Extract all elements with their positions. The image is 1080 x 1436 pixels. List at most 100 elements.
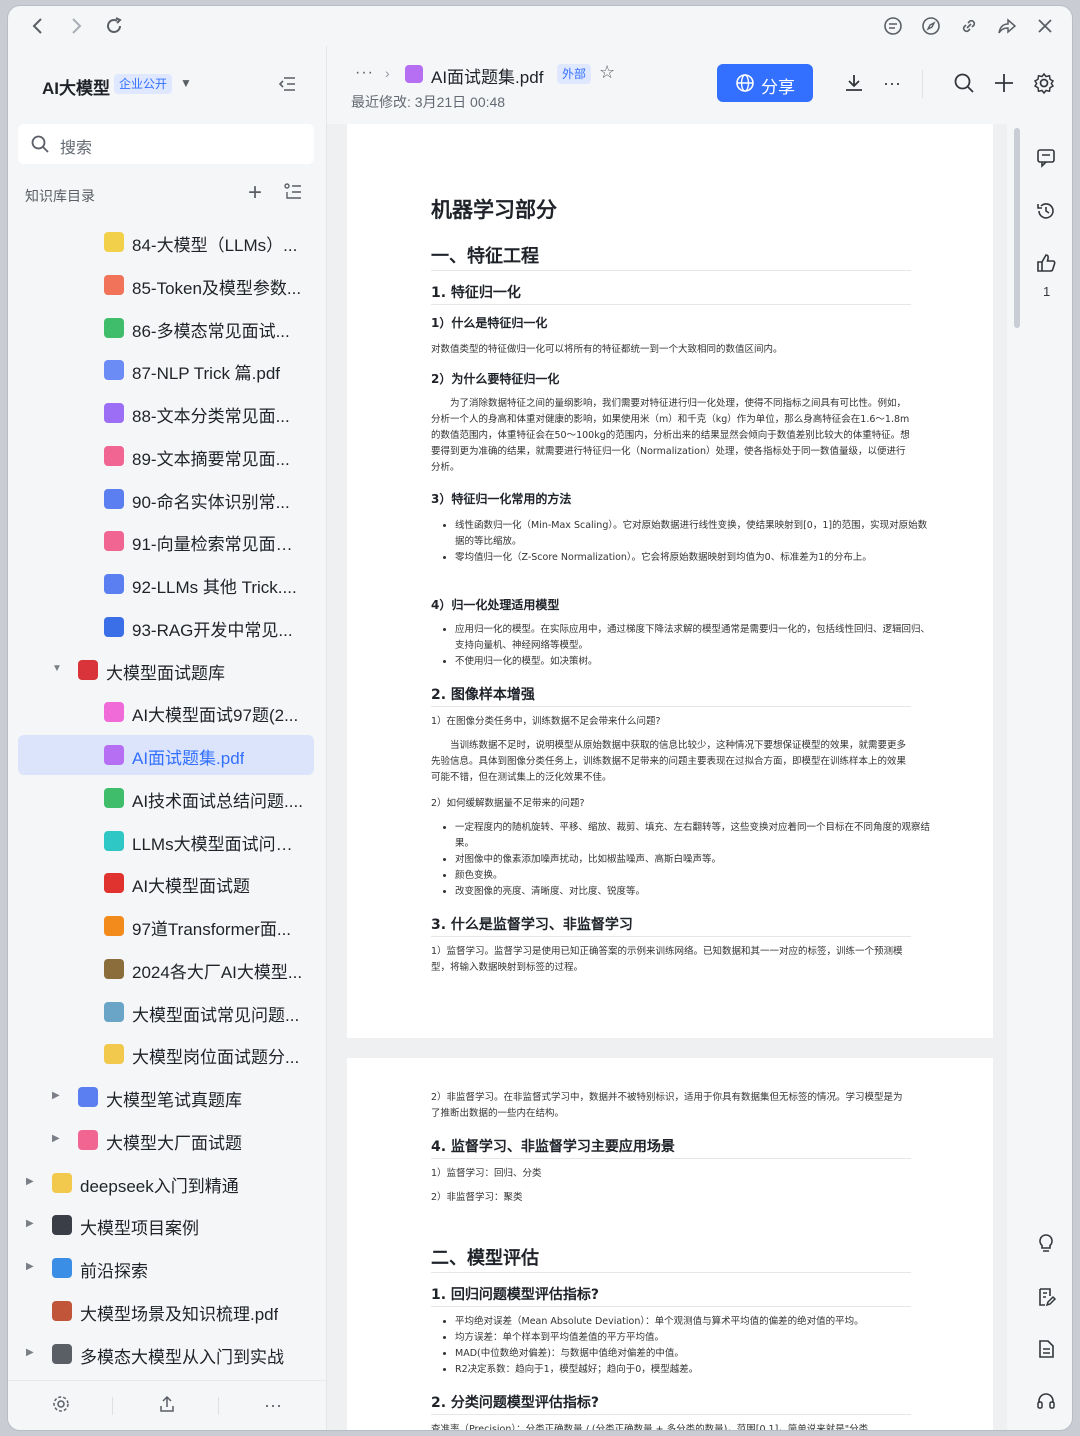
doc-icon xyxy=(104,830,124,851)
add-icon[interactable]: + xyxy=(248,180,262,206)
chevron-down-icon[interactable]: ▼ xyxy=(52,663,62,674)
sidebar-item[interactable]: AI大模型面试97题(2... xyxy=(18,692,314,732)
sidebar-item[interactable]: ▶ deepseek入门到精通 xyxy=(18,1163,314,1203)
sidebar-item[interactable]: ▶ 多模态大模型从入门到实战 xyxy=(18,1334,314,1374)
doc-icon xyxy=(104,445,124,466)
sidebar-item[interactable]: 大模型岗位面试题分... xyxy=(18,1034,314,1074)
right-rail: 1 xyxy=(1023,124,1072,1430)
sidebar-item-label: 大模型场景及知识梳理.pdf xyxy=(80,1304,279,1324)
doc-heading: 机器学习部分 xyxy=(431,198,557,222)
chevron-down-icon[interactable]: ▼ xyxy=(180,76,192,90)
history-icon[interactable] xyxy=(1035,200,1059,224)
star-icon[interactable]: ☆ xyxy=(599,62,615,83)
doc-icon xyxy=(78,1129,98,1150)
search-icon[interactable] xyxy=(953,72,977,96)
subsection-heading: 2. 分类问题模型评估指标? xyxy=(431,1395,600,1411)
sidebar-item[interactable]: 86-多模态常见面试... xyxy=(18,308,314,348)
sidebar-item-label: 前沿探索 xyxy=(80,1262,148,1281)
thumbs-up-icon[interactable] xyxy=(1035,252,1059,276)
close-icon[interactable] xyxy=(1033,14,1057,38)
breadcrumb-more[interactable]: ··· xyxy=(355,64,374,82)
chevron-right-icon[interactable]: ▶ xyxy=(26,1261,34,1272)
sidebar-item[interactable]: 93-RAG开发中常见... xyxy=(18,607,314,647)
sidebar-item[interactable]: ▶ 大模型大厂面试题 xyxy=(18,1120,314,1160)
settings-icon[interactable] xyxy=(1033,72,1057,96)
sidebar-item-label: AI面试题集.pdf xyxy=(132,749,245,768)
sidebar-item[interactable]: 大模型面试常见问题... xyxy=(18,992,314,1032)
paragraph: 对数值类型的特征做归一化可以将所有的特征都统一到一个大致相同的数值区间内。 xyxy=(431,344,783,355)
sidebar-item[interactable]: 88-文本分类常见面... xyxy=(18,393,314,433)
paragraph: 1）监督学习：回归、分类 xyxy=(431,1168,542,1179)
sidebar-item[interactable]: 2024各大厂AI大模型... xyxy=(18,949,314,989)
doc-title[interactable]: AI面试题集.pdf xyxy=(431,63,543,88)
divider xyxy=(431,1306,911,1307)
more-options-icon[interactable]: ··· xyxy=(883,73,907,97)
document-viewer[interactable]: 机器学习部分 一、特征工程 1. 特征归一化 1）什么是特征归一化 对数值类型的… xyxy=(327,124,1007,1430)
share-button[interactable]: 分享 xyxy=(717,64,813,102)
compass-icon[interactable] xyxy=(919,14,943,38)
comment-icon[interactable] xyxy=(1035,146,1059,170)
pdf-page-1: 机器学习部分 一、特征工程 1. 特征归一化 1）什么是特征归一化 对数值类型的… xyxy=(347,124,993,1038)
ladder-icon xyxy=(104,958,124,979)
chevron-right-icon[interactable]: ▶ xyxy=(26,1176,34,1187)
sidebar-item[interactable]: ▶ 大模型项目案例 xyxy=(18,1205,314,1245)
scrollbar[interactable] xyxy=(1014,128,1020,328)
divider xyxy=(112,1397,113,1415)
sidebar-item-label: LLMs大模型面试问题... xyxy=(132,834,306,854)
sidebar-item[interactable]: 90-命名实体识别常... xyxy=(18,479,314,519)
sidebar-item[interactable]: 85-Token及模型参数... xyxy=(18,265,314,305)
sidebar-item[interactable]: 91-向量检索常见面试... xyxy=(18,521,314,561)
sidebar-item[interactable]: 87-NLP Trick 篇.pdf xyxy=(18,350,314,390)
earth-icon xyxy=(52,1258,72,1278)
sidebar-item[interactable]: ▶ 前沿探索 xyxy=(18,1248,314,1288)
sidebar-item[interactable]: LLMs大模型面试问题... xyxy=(18,821,314,861)
sidebar-item-label: 2024各大厂AI大模型... xyxy=(132,962,303,982)
lightbulb-icon[interactable] xyxy=(1035,1232,1059,1256)
settings-icon[interactable] xyxy=(50,1395,72,1417)
comment-icon[interactable] xyxy=(881,14,905,38)
bullet-list: 应用归一化的模型。在实际应用中，通过梯度下降法求解的模型通常是需要归一化的，包括… xyxy=(431,622,935,670)
chevron-right-icon[interactable]: ▶ xyxy=(26,1218,34,1229)
sidebar-item[interactable]: AI技术面试总结问题.... xyxy=(18,778,314,818)
refresh-icon[interactable] xyxy=(102,14,126,38)
sidebar-item[interactable]: 大模型场景及知识梳理.pdf xyxy=(18,1291,314,1331)
chevron-right-icon[interactable]: ▶ xyxy=(52,1133,60,1144)
list-item: 应用归一化的模型。在实际应用中，通过梯度下降法求解的模型通常是需要归一化的，包括… xyxy=(455,622,935,654)
sidebar-item-label: deepseek入门到精通 xyxy=(80,1176,239,1196)
add-icon[interactable] xyxy=(993,72,1017,96)
sidebar-item[interactable]: AI面试题集.pdf xyxy=(18,735,314,775)
divider xyxy=(431,270,911,271)
workspace-title[interactable]: AI大模型 xyxy=(42,74,110,99)
search-input[interactable]: 搜索 xyxy=(18,124,314,164)
sidebar-item[interactable]: ▼ 大模型面试题库 xyxy=(18,650,314,690)
pdf-icon xyxy=(104,745,124,765)
link-icon[interactable] xyxy=(957,14,981,38)
sidebar-item[interactable]: 84-大模型（LLMs）... xyxy=(18,222,314,262)
sidebar-item-label: 91-向量检索常见面试... xyxy=(132,535,306,555)
doc-icon xyxy=(104,531,124,552)
subsection-heading: 4. 监督学习、非监督学习主要应用场景 xyxy=(431,1139,675,1155)
subsection-heading: 2. 图像样本增强 xyxy=(431,687,535,703)
document-icon[interactable] xyxy=(1035,1338,1059,1362)
sidebar-item[interactable]: 97道Transformer面... xyxy=(18,906,314,946)
more-icon[interactable]: ··· xyxy=(262,1395,284,1417)
chevron-right-icon: › xyxy=(385,65,390,81)
sidebar-item[interactable]: ▶ 大模型笔试真题库 xyxy=(18,1077,314,1117)
chevron-right-icon[interactable]: ▶ xyxy=(26,1347,34,1358)
divider xyxy=(431,1158,911,1159)
download-icon[interactable] xyxy=(843,72,867,96)
snow-icon xyxy=(104,1001,124,1022)
collapse-sidebar-icon[interactable] xyxy=(276,73,300,97)
sidebar: AI大模型 企业公开 ▼ 搜索 知识库目录 + 84-大模型（LLMs）... 8… xyxy=(8,46,327,1430)
list-view-icon[interactable] xyxy=(284,182,302,205)
share-out-icon[interactable] xyxy=(156,1395,178,1417)
chevron-right-icon[interactable]: ▶ xyxy=(52,1090,60,1101)
back-icon[interactable] xyxy=(26,14,50,38)
edit-doc-icon[interactable] xyxy=(1035,1286,1059,1310)
sidebar-item[interactable]: AI大模型面试题 xyxy=(18,863,314,903)
headset-icon[interactable] xyxy=(1035,1390,1059,1414)
forward-icon[interactable] xyxy=(64,14,88,38)
forward-share-icon[interactable] xyxy=(995,14,1019,38)
sidebar-item[interactable]: 89-文本摘要常见面... xyxy=(18,436,314,476)
sidebar-item[interactable]: 92-LLMs 其他 Trick.... xyxy=(18,564,314,604)
